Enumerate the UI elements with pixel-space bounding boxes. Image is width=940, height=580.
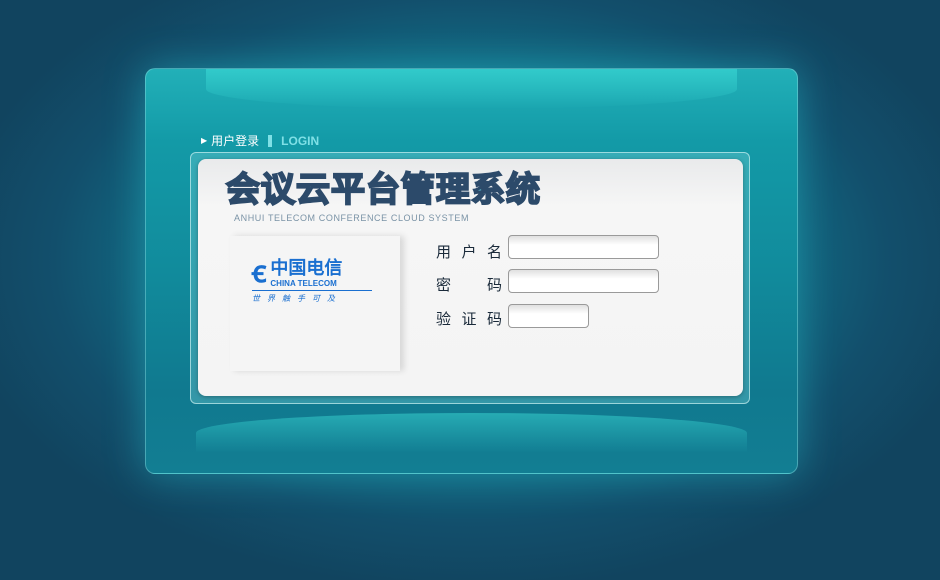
app-title: 会议云平台管理系统 bbox=[225, 169, 541, 211]
captcha-input[interactable] bbox=[508, 304, 589, 328]
captcha-label: 验 证 码 bbox=[436, 308, 502, 329]
app-subtitle: ANHUI TELECOM CONFERENCE CLOUD SYSTEM bbox=[234, 213, 470, 223]
password-input[interactable] bbox=[508, 269, 659, 293]
char: 证 bbox=[461, 310, 477, 328]
username-input[interactable] bbox=[508, 235, 659, 259]
char: 密 bbox=[436, 276, 452, 294]
char: 名 bbox=[486, 243, 502, 261]
login-header: ▶ 用户登录 LOGIN bbox=[201, 132, 319, 149]
logo-line bbox=[252, 290, 372, 291]
logo-slogan: 世界触手可及 bbox=[252, 294, 342, 303]
login-label-cn: 用户登录 bbox=[211, 134, 260, 148]
china-telecom-logo: ꞓ 中国电信 CHINA TELECOM 世界触手可及 bbox=[252, 258, 372, 304]
logo-name-en: CHINA TELECOM bbox=[270, 278, 337, 288]
char: 户 bbox=[461, 243, 477, 261]
char: 用 bbox=[436, 243, 452, 261]
username-label: 用 户 名 bbox=[436, 241, 502, 262]
divider bbox=[268, 134, 273, 147]
password-label: 密 码 bbox=[436, 274, 502, 295]
login-label-en: LOGIN bbox=[281, 133, 320, 148]
logo-name-cn: 中国电信 bbox=[270, 257, 343, 279]
char: 码 bbox=[486, 310, 502, 328]
triangle-icon: ▶ bbox=[201, 136, 208, 145]
char: 码 bbox=[486, 276, 502, 294]
char: 验 bbox=[436, 310, 452, 328]
telecom-e-icon: ꞓ bbox=[252, 255, 267, 290]
